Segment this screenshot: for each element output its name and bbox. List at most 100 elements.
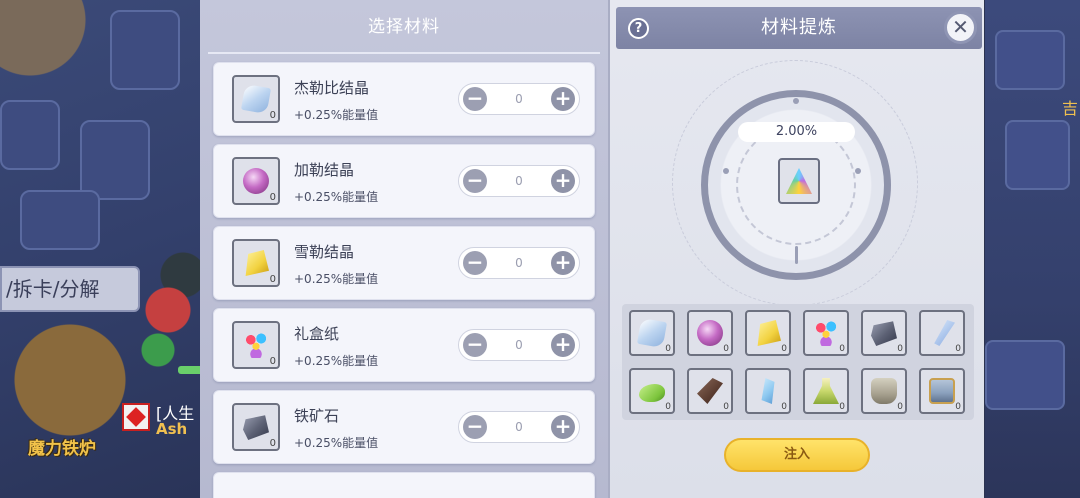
player-name: Ash (156, 420, 188, 438)
treasure-chest-icon[interactable]: 0 (919, 368, 965, 414)
panel-title: 选择材料 (368, 17, 440, 37)
quantity-value[interactable]: 0 (489, 84, 549, 114)
minus-button[interactable]: − (463, 415, 487, 439)
potion-flask-icon[interactable]: 0 (803, 368, 849, 414)
material-row: 0 杰勒比结晶 +0.25%能量值 − 0 + (213, 62, 595, 136)
owned-count: 0 (269, 192, 276, 203)
quantity-value[interactable]: 0 (489, 330, 549, 360)
game-scene-right (985, 0, 1080, 498)
help-icon[interactable]: ? (628, 18, 649, 39)
divider (208, 52, 600, 54)
cobblestone (20, 190, 100, 250)
slot-count: 0 (955, 402, 961, 412)
iron-ore-icon[interactable]: 0 (861, 310, 907, 356)
cobblestone (995, 30, 1065, 90)
material-effect: +0.25%能量值 (294, 108, 379, 122)
ring-tick (855, 168, 861, 174)
ice-shard-icon[interactable]: 0 (745, 368, 791, 414)
iron-ore-icon[interactable]: 0 (232, 403, 280, 451)
yellow-gem-icon[interactable]: 0 (745, 310, 791, 356)
plus-button[interactable]: + (551, 415, 575, 439)
minus-button[interactable]: − (463, 169, 487, 193)
quantity-stepper: − 0 + (458, 329, 580, 361)
material-name: 杰勒比结晶 (294, 79, 370, 97)
refine-header: 材料提炼 ? ✕ (616, 7, 982, 49)
quantity-stepper: − 0 + (458, 83, 580, 115)
slot-count: 0 (839, 402, 845, 412)
quantity-stepper: − 0 + (458, 411, 580, 443)
energy-percent: 2.00% (738, 122, 855, 142)
quantity-value[interactable]: 0 (489, 412, 549, 442)
refine-panel: 材料提炼 ? ✕ 2.00% 0 0 0 0 0 0 0 0 0 0 0 0 注… (608, 0, 984, 498)
plus-button[interactable]: + (551, 169, 575, 193)
cobblestone (1005, 120, 1070, 190)
cobblestone (0, 100, 60, 170)
owned-count: 0 (269, 438, 276, 449)
panel-title: 材料提炼 (761, 17, 837, 38)
material-effect: +0.25%能量值 (294, 436, 379, 450)
plus-button[interactable]: + (551, 251, 575, 275)
slot-count: 0 (665, 402, 671, 412)
material-effect: +0.25%能量值 (294, 272, 379, 286)
quantity-value[interactable]: 0 (489, 166, 549, 196)
slot-count: 0 (955, 344, 961, 354)
slot-count: 0 (781, 402, 787, 412)
owned-count: 0 (269, 356, 276, 367)
material-name: 铁矿石 (294, 407, 340, 425)
purple-gem-icon[interactable]: 0 (687, 310, 733, 356)
guild-emblem-icon (122, 403, 150, 431)
yellow-gem-icon[interactable]: 0 (232, 239, 280, 287)
quantity-stepper: − 0 + (458, 165, 580, 197)
material-row: 0 铁矿石 +0.25%能量值 − 0 + (213, 390, 595, 464)
material-name: 加勒结晶 (294, 161, 355, 179)
stone-drum-icon[interactable]: 0 (861, 368, 907, 414)
plus-button[interactable]: + (551, 333, 575, 357)
close-icon[interactable]: ✕ (944, 11, 977, 44)
side-tab-disassemble[interactable]: /拆卡/分解 (0, 266, 140, 312)
green-slime-icon[interactable]: 0 (629, 368, 675, 414)
cobblestone (985, 340, 1065, 410)
slot-count: 0 (723, 402, 729, 412)
slot-count: 0 (897, 402, 903, 412)
slot-count: 0 (897, 344, 903, 354)
slot-count: 0 (781, 344, 787, 354)
feather-icon[interactable]: 0 (919, 310, 965, 356)
cobblestone (80, 120, 150, 200)
material-name: 雪勒结晶 (294, 243, 355, 261)
owned-count: 0 (269, 110, 276, 121)
ring-tick (795, 246, 798, 264)
ring-tick (723, 168, 729, 174)
quantity-stepper: − 0 + (458, 247, 580, 279)
material-effect: +0.25%能量值 (294, 190, 379, 204)
cobblestone (110, 10, 180, 90)
material-effect: +0.25%能量值 (294, 354, 379, 368)
purple-gem-icon[interactable]: 0 (232, 157, 280, 205)
prism-crystal-icon (786, 168, 812, 194)
crystal-icon[interactable]: 0 (629, 310, 675, 356)
slot-count: 0 (839, 344, 845, 354)
quantity-value[interactable]: 0 (489, 248, 549, 278)
leather-icon[interactable]: 0 (687, 368, 733, 414)
material-row: 0 雪勒结晶 +0.25%能量值 − 0 + (213, 226, 595, 300)
crystal-icon[interactable]: 0 (232, 75, 280, 123)
location-name: 魔力铁炉 (28, 439, 96, 459)
edge-text: 吉 (1062, 99, 1079, 118)
plus-button[interactable]: + (551, 87, 575, 111)
material-row-partial (213, 472, 595, 498)
material-row: 0 加勒结晶 +0.25%能量值 − 0 + (213, 144, 595, 218)
gift-paper-icon[interactable]: 0 (803, 310, 849, 356)
minus-button[interactable]: − (463, 87, 487, 111)
inject-button[interactable]: 注入 (724, 438, 870, 472)
refine-result-slot[interactable] (778, 158, 820, 204)
material-row: 0 礼盒纸 +0.25%能量值 − 0 + (213, 308, 595, 382)
slot-count: 0 (665, 344, 671, 354)
owned-count: 0 (269, 274, 276, 285)
material-select-panel: 选择材料 0 杰勒比结晶 +0.25%能量值 − 0 + 0 加勒结晶 +0.2… (200, 0, 608, 498)
ring-tick (793, 98, 799, 104)
material-grid: 0 0 0 0 0 0 0 0 0 0 0 0 (622, 304, 974, 420)
gift-paper-icon[interactable]: 0 (232, 321, 280, 369)
minus-button[interactable]: − (463, 251, 487, 275)
material-name: 礼盒纸 (294, 325, 340, 343)
slot-count: 0 (723, 344, 729, 354)
minus-button[interactable]: − (463, 333, 487, 357)
